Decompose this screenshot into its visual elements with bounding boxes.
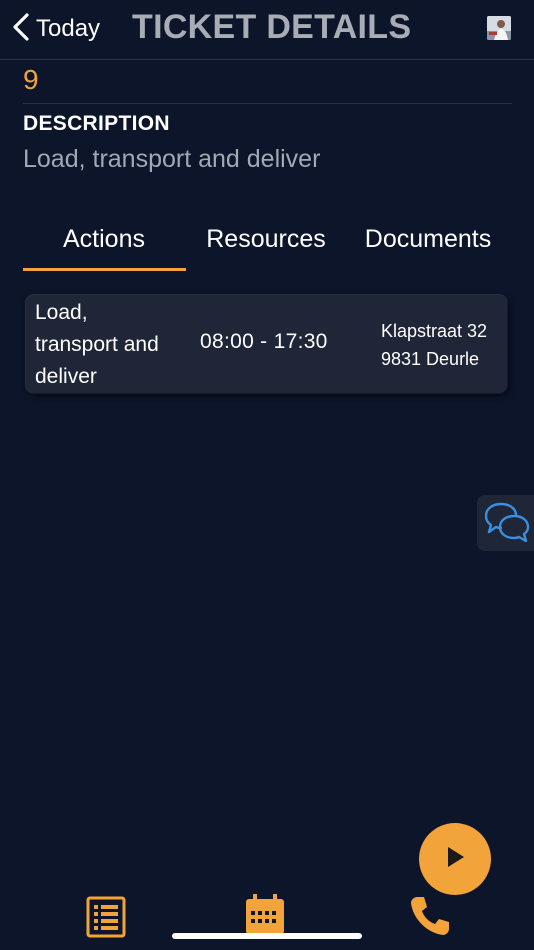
- address-line-1: Klapstraat 32: [381, 321, 488, 341]
- divider: [23, 103, 512, 104]
- description-text: Load, transport and deliver: [23, 145, 321, 173]
- chevron-left-icon: [10, 12, 32, 47]
- back-label: Today: [36, 15, 101, 42]
- action-name: Load, transport and deliver: [35, 301, 159, 388]
- home-indicator: [172, 933, 362, 939]
- start-button[interactable]: [419, 823, 491, 895]
- action-address: Klapstraat 32 9831 Deurle: [381, 317, 487, 373]
- chat-bubbles-icon: [483, 500, 531, 547]
- tab-list[interactable]: [86, 896, 126, 943]
- tab-documents[interactable]: Documents: [347, 210, 509, 268]
- tab-resources[interactable]: Resources: [185, 210, 347, 268]
- bottom-tab-bar: [0, 890, 534, 950]
- address-line-2: 9831 Deurle: [381, 349, 480, 369]
- back-button[interactable]: Today: [10, 10, 100, 48]
- action-card[interactable]: Load, transport and deliver 08:00 - 17:3…: [26, 295, 507, 393]
- user-avatar[interactable]: [487, 16, 511, 40]
- page-title: TICKET DETAILS: [132, 8, 412, 46]
- ticket-details-screen: Today TICKET DETAILS 9 DESCRIPTION Load,…: [0, 0, 534, 950]
- play-icon: [443, 845, 467, 874]
- tab-actions[interactable]: Actions: [23, 210, 185, 268]
- tab-phone[interactable]: [408, 894, 452, 943]
- list-icon: [86, 896, 126, 942]
- description-label: DESCRIPTION: [23, 112, 170, 135]
- phone-icon: [408, 897, 452, 942]
- ticket-number: 9: [23, 64, 39, 95]
- navigation-header: Today TICKET DETAILS: [0, 0, 534, 60]
- active-tab-indicator: [23, 268, 186, 271]
- tab-bar: Actions Resources Documents: [23, 210, 512, 272]
- chat-button[interactable]: [477, 495, 534, 551]
- action-time: 08:00 - 17:30: [200, 330, 328, 353]
